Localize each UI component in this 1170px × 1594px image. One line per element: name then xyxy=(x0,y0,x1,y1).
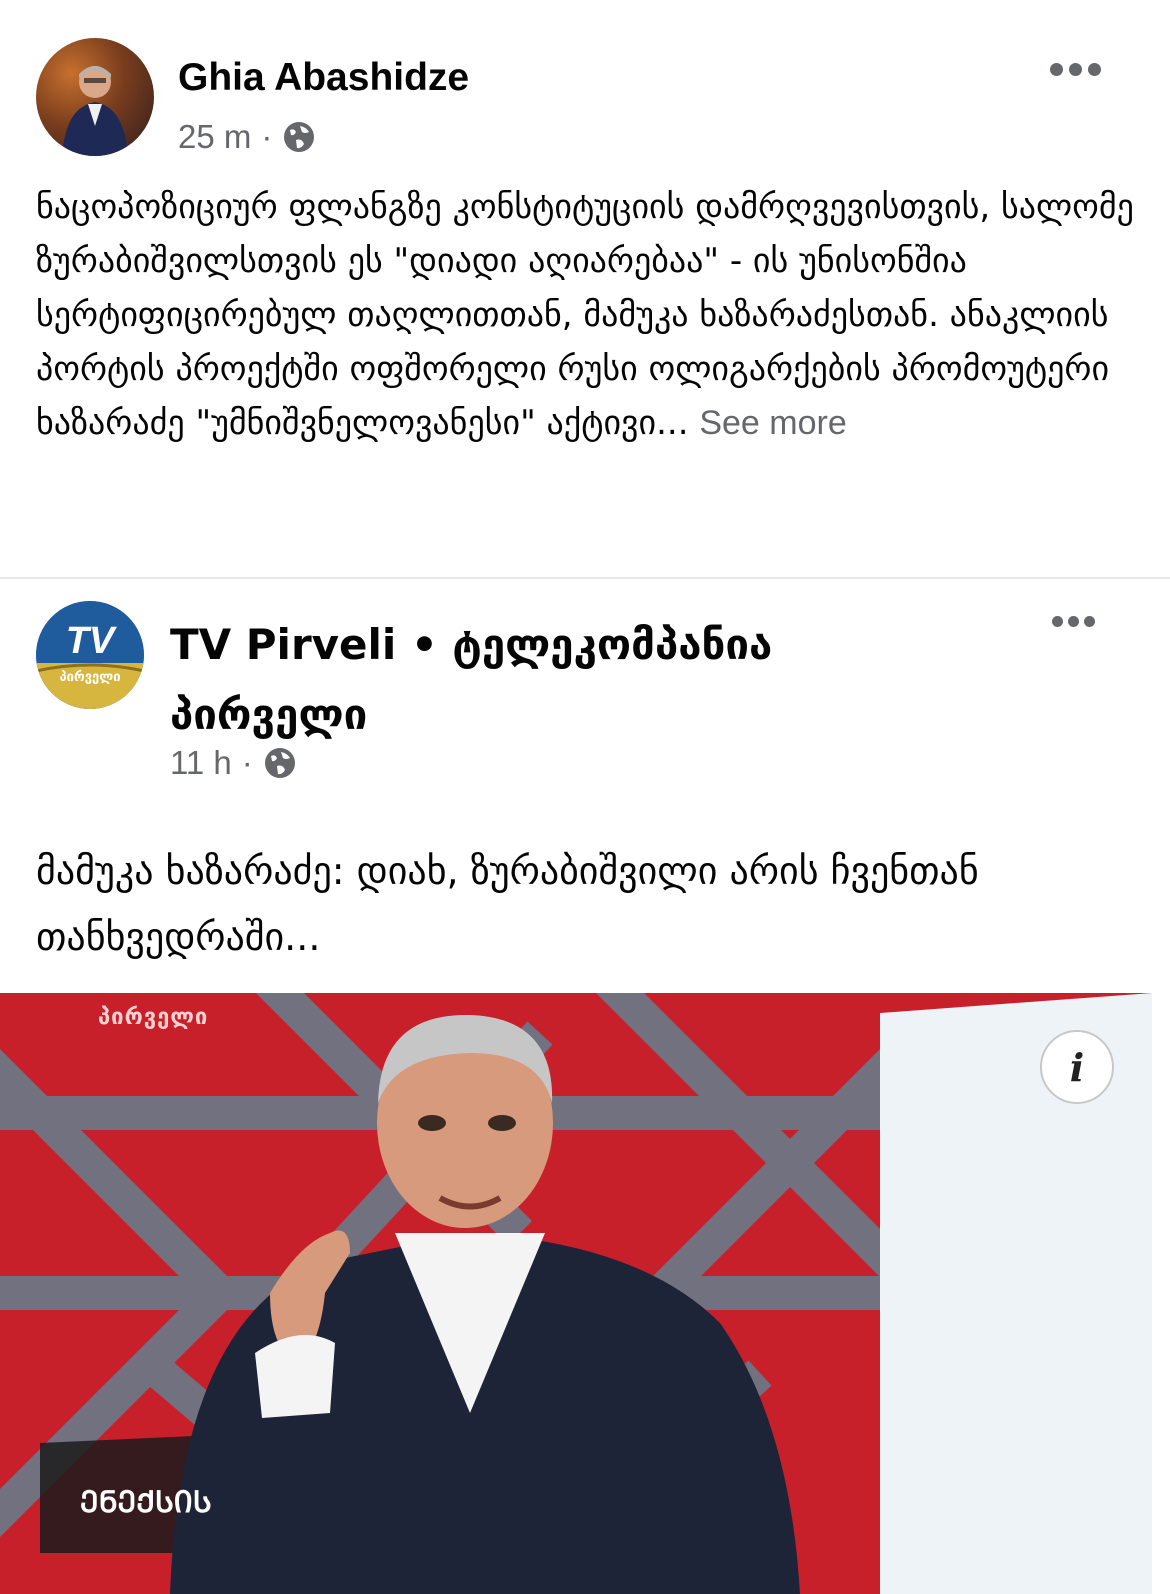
post-header: Ghia Abashidze 25 m · xyxy=(36,38,1136,163)
post-text: ნაცოპოზიციურ ფლანგზე კონსტიტუციის დამრღვ… xyxy=(36,180,1136,450)
post-meta: 25 m · xyxy=(178,118,316,156)
shared-post-header: TV პირველი TV Pirveli • ტელეკომპანია პირ… xyxy=(36,596,1136,796)
logo-text: TV xyxy=(66,620,117,662)
author-photo xyxy=(62,66,128,156)
divider xyxy=(0,577,1170,579)
globe-icon xyxy=(264,748,295,778)
logo-subtext: პირველი xyxy=(59,670,120,685)
shared-meta-separator: · xyxy=(241,744,253,781)
shared-time[interactable]: 11 h xyxy=(170,744,232,782)
post-body: ნაცოპოზიციურ ფლანგზე კონსტიტუციის დამრღვ… xyxy=(36,187,1134,443)
globe-icon xyxy=(284,122,315,152)
shared-post-text: მამუკა ხაზარაძე: დიახ, ზურაბიშვილი არის … xyxy=(36,849,979,959)
info-icon[interactable]: i xyxy=(1040,1030,1114,1104)
shared-meta: 11 h · xyxy=(170,744,297,782)
tv-logo-graphic: TV პირველი xyxy=(36,601,144,709)
channel-watermark: პირველი xyxy=(98,1005,209,1030)
author-name[interactable]: Ghia Abashidze xyxy=(178,56,469,100)
tv-pirveli-logo[interactable]: TV პირველი xyxy=(36,601,144,709)
meta-separator: · xyxy=(261,118,273,155)
more-options-icon[interactable] xyxy=(1050,58,1110,80)
shared-more-options-icon[interactable] xyxy=(1052,612,1100,630)
show-title-watermark: ᲔᲜᲔᲥᲡᲘᲡ xyxy=(80,1485,212,1520)
see-more-link[interactable]: See more xyxy=(699,404,846,442)
author-avatar[interactable] xyxy=(36,38,154,156)
shared-page-name[interactable]: TV Pirveli • ტელეკომპანია პირველი xyxy=(170,610,970,750)
post-time[interactable]: 25 m xyxy=(178,118,251,156)
